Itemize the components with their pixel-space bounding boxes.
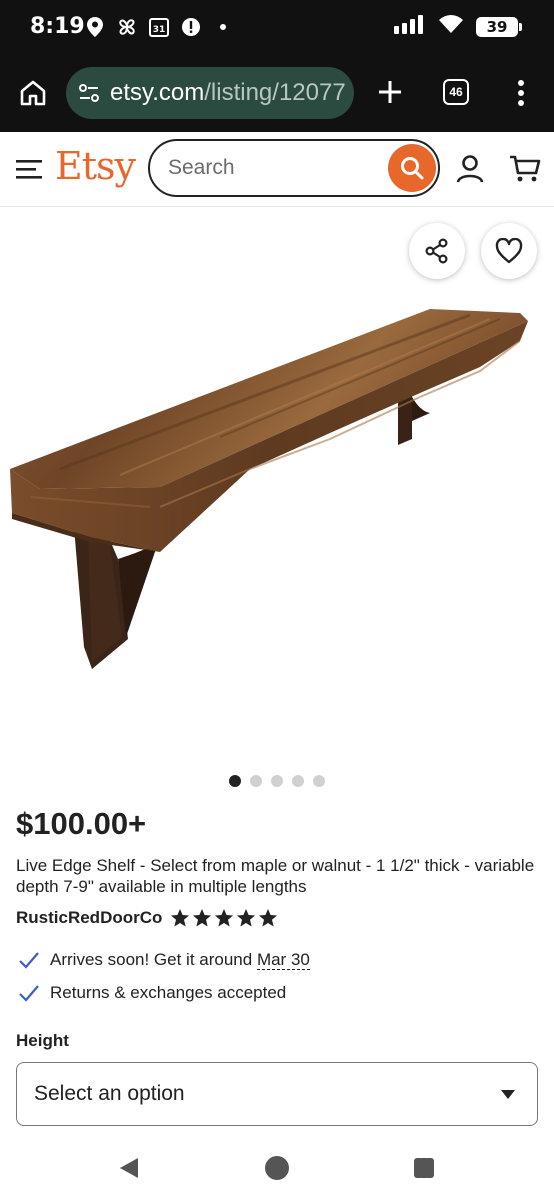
recents-icon[interactable]	[414, 1158, 434, 1178]
product-image-gallery[interactable]	[0, 207, 554, 767]
system-nav-bar	[0, 1136, 554, 1200]
carousel-dot[interactable]	[292, 775, 304, 787]
caret-down-icon	[501, 1090, 515, 1099]
home-nav-icon[interactable]	[265, 1156, 289, 1180]
site-settings-icon[interactable]	[78, 82, 100, 104]
url-text[interactable]: etsy.com/listing/12077	[110, 79, 350, 107]
height-label: Height	[16, 1031, 69, 1050]
listing-title: Live Edge Shelf - Select from maple or w…	[16, 856, 535, 896]
rating-stars[interactable]	[170, 908, 278, 928]
status-icons-right	[394, 14, 464, 39]
user-icon	[456, 155, 484, 183]
height-select-value: Select an option	[34, 1082, 185, 1105]
alert-icon	[180, 16, 202, 38]
menu-button[interactable]	[16, 158, 42, 180]
calendar-icon: 31	[148, 16, 170, 38]
carousel-dot[interactable]	[229, 775, 241, 787]
arrival-text: Arrives soon! Get it around Mar 30	[50, 950, 310, 970]
battery-level: 39	[486, 18, 508, 36]
search-icon	[401, 157, 424, 180]
star-icon	[215, 909, 234, 927]
new-tab-button[interactable]	[376, 78, 404, 106]
favorite-button[interactable]	[481, 223, 537, 279]
status-time: 8:19	[30, 14, 85, 39]
share-button[interactable]	[409, 223, 465, 279]
star-icon	[193, 909, 212, 927]
carousel-dot[interactable]	[250, 775, 262, 787]
back-icon[interactable]	[118, 1156, 140, 1180]
search-button[interactable]	[388, 144, 436, 192]
checkmark-icon	[19, 985, 39, 1002]
browser-toolbar: etsy.com/listing/12077 46	[0, 56, 554, 132]
more-vert-icon	[518, 80, 524, 106]
url-path: /listing/12077	[204, 79, 346, 106]
status-bar: 8:19 31 39	[0, 0, 554, 56]
plus-icon	[379, 81, 401, 103]
browser-home-button[interactable]	[18, 78, 48, 108]
cart-icon	[510, 155, 541, 182]
star-icon	[259, 909, 278, 927]
tab-switcher-button[interactable]: 46	[443, 79, 469, 105]
arrival-perk: Arrives soon! Get it around Mar 30	[18, 949, 310, 971]
returns-perk: Returns & exchanges accepted	[18, 982, 286, 1004]
calendar-day: 31	[153, 25, 166, 35]
star-icon	[171, 909, 190, 927]
shop-row: RusticRedDoorCo	[16, 908, 278, 928]
carousel-indicator[interactable]	[0, 775, 554, 787]
checkmark-icon	[19, 952, 39, 969]
cart-button[interactable]	[509, 154, 541, 184]
hamburger-icon	[16, 160, 42, 179]
address-bar[interactable]: etsy.com/listing/12077	[66, 67, 354, 119]
status-icons-left: 31	[84, 16, 234, 38]
wifi-icon	[438, 14, 464, 39]
location-icon	[84, 16, 106, 38]
search-input[interactable]: Search	[168, 156, 235, 180]
star-icon	[237, 909, 256, 927]
returns-text: Returns & exchanges accepted	[50, 983, 287, 1002]
product-image-shelf	[10, 309, 528, 669]
url-domain: etsy.com	[110, 79, 205, 106]
account-button[interactable]	[456, 154, 484, 184]
share-icon	[425, 238, 448, 264]
etsy-logo[interactable]: Etsy	[55, 144, 136, 188]
site-header: Etsy Search	[0, 132, 554, 207]
pinwheel-icon	[116, 16, 138, 38]
carousel-dot[interactable]	[313, 775, 325, 787]
carousel-dot[interactable]	[271, 775, 283, 787]
heart-icon	[495, 238, 523, 264]
home-icon	[20, 80, 46, 106]
price: $100.00+	[16, 806, 147, 841]
signal-icon	[394, 14, 428, 39]
height-select[interactable]: Select an option	[16, 1062, 538, 1126]
shop-name-link[interactable]: RusticRedDoorCo	[16, 908, 162, 928]
battery-icon: 39	[476, 17, 522, 37]
arrival-date[interactable]: Mar 30	[256, 950, 310, 970]
search-bar[interactable]: Search	[148, 139, 440, 197]
dot-icon	[212, 16, 234, 38]
browser-menu-button[interactable]	[513, 78, 529, 108]
